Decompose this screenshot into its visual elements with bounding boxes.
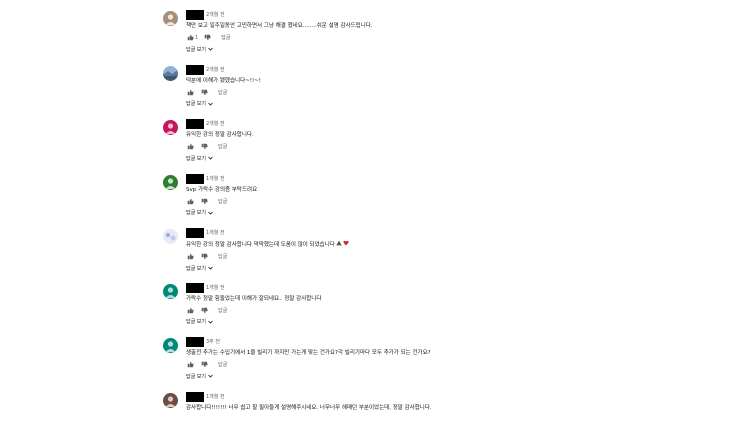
chevron-down-icon [208, 211, 213, 215]
comment-item: 1개월 전 유익한 강의 정말 감사합니다 막막했는데 도움이 많이 되었습니다… [163, 227, 723, 282]
comment-text: Svp 가락수 강의좀 부탁드려요 [186, 186, 723, 194]
thumbs-up-icon[interactable] [186, 361, 194, 369]
chevron-down-icon [208, 47, 213, 51]
comment-time: 2개월 전 [206, 118, 225, 130]
thumbs-up-icon[interactable] [186, 88, 194, 96]
avatar[interactable] [163, 120, 178, 135]
comment-item: 1개월 전 Svp 가락수 강의좀 부탁드려요 답글 답글 보기 [163, 173, 723, 228]
view-replies-label: 답글 보기 [186, 46, 206, 53]
comment-item: 2개월 전 유익한 강의 정말 감사합니다. 답글 답글 보기 [163, 118, 723, 173]
comment-time: 2개월 전 [206, 64, 225, 76]
comment-time: 1개월 전 [206, 282, 225, 294]
warning-emoji-icon [336, 240, 342, 249]
view-replies-button[interactable]: 답글 보기 [186, 209, 723, 217]
avatar[interactable] [163, 284, 178, 299]
comment-item: 3주 전 생출전 추가는 수입기에서 1을 빌리기 까지만 가는게 맞는 건가요… [163, 336, 723, 391]
thumbs-up-icon[interactable] [186, 34, 194, 42]
thumbs-down-icon[interactable] [200, 253, 208, 261]
thumbs-down-icon[interactable] [200, 143, 208, 151]
thumbs-down-icon[interactable] [200, 361, 208, 369]
comment-text: 덕분에 이해가 됐헸습니다~!!~! [186, 77, 723, 85]
author-name-redacted[interactable] [186, 119, 204, 129]
view-replies-label: 답글 보기 [186, 318, 206, 325]
comment-text: 책만 보고 일주일동안 고민하면서 그냥 해결 헸네요........쉬운 설명… [186, 22, 723, 30]
chevron-down-icon [208, 266, 213, 270]
avatar[interactable] [163, 338, 178, 353]
heart-emoji-icon [343, 240, 349, 249]
author-name-redacted[interactable] [186, 337, 204, 347]
comment-time: 2개월 전 [206, 9, 225, 21]
author-name-redacted[interactable] [186, 10, 204, 20]
author-name-redacted[interactable] [186, 228, 204, 238]
thumbs-up-icon[interactable] [186, 143, 194, 151]
chevron-down-icon [208, 102, 213, 106]
comment-text: 가락수 정말 힘들었는데 이해가 잘되네요.. 정말 감사합니다 [186, 295, 723, 303]
chevron-down-icon [208, 374, 213, 378]
view-replies-label: 답글 보기 [186, 265, 206, 272]
comment-text: 감사합니다!!!!!!! 너무 쉽고 할 필아들게 설명해주시네요. 너무너무 … [186, 404, 723, 412]
thumbs-down-icon[interactable] [200, 197, 208, 205]
like-count: 1 [195, 35, 198, 41]
comment-text: 유익한 강의 정말 감사합니다 막막했는데 도움이 많이 되었습니다 [186, 240, 723, 249]
view-replies-label: 답글 보기 [186, 373, 206, 380]
thumbs-down-icon[interactable] [200, 306, 208, 314]
reply-button[interactable]: 답글 [218, 198, 227, 205]
reply-button[interactable]: 답글 [218, 253, 227, 260]
author-name-redacted[interactable] [186, 283, 204, 293]
chevron-down-icon [208, 320, 213, 324]
thumbs-down-icon[interactable] [200, 88, 208, 96]
comment-item: 1개월 전 가락수 정말 힘들었는데 이해가 잘되네요.. 정말 감사합니다 답… [163, 282, 723, 337]
comment-item: 2개월 전 덕분에 이해가 됐헸습니다~!!~! 답글 답글 보기 [163, 64, 723, 119]
author-name-redacted[interactable] [186, 65, 204, 75]
comment-list: 2개월 전 책만 보고 일주일동안 고민하면서 그냥 해결 헸네요.......… [163, 9, 723, 445]
avatar[interactable] [163, 66, 178, 81]
thumbs-up-icon[interactable] [186, 306, 194, 314]
view-replies-label: 답글 보기 [186, 209, 206, 216]
view-replies-button[interactable]: 답글 보기 [186, 100, 723, 108]
comment-item: 2개월 전 책만 보고 일주일동안 고민하면서 그냥 해결 헸네요.......… [163, 9, 723, 64]
reply-button[interactable]: 답글 [218, 143, 227, 150]
comment-text: 생출전 추가는 수입기에서 1을 빌리기 까지만 가는게 맞는 건가요?각 빌리… [186, 349, 723, 357]
chevron-down-icon [208, 156, 213, 160]
view-replies-button[interactable]: 답글 보기 [186, 264, 723, 272]
view-replies-button[interactable]: 답글 보기 [186, 318, 723, 326]
thumbs-up-icon[interactable] [186, 253, 194, 261]
reply-button[interactable]: 답글 [218, 307, 227, 314]
reply-button[interactable]: 답글 [218, 89, 227, 96]
avatar[interactable] [163, 229, 178, 244]
comment-text: 유익한 강의 정말 감사합니다. [186, 131, 723, 139]
comment-time: 1개월 전 [206, 391, 225, 403]
avatar[interactable] [163, 11, 178, 26]
thumbs-down-icon[interactable] [203, 34, 211, 42]
comment-time: 1개월 전 [206, 173, 225, 185]
reply-button[interactable]: 답글 [221, 34, 230, 41]
comment-time: 3주 전 [206, 336, 220, 348]
view-replies-label: 답글 보기 [186, 155, 206, 162]
view-replies-button[interactable]: 답글 보기 [186, 372, 723, 380]
comment-time: 1개월 전 [206, 227, 225, 239]
avatar[interactable] [163, 175, 178, 190]
author-name-redacted[interactable] [186, 174, 204, 184]
author-name-redacted[interactable] [186, 392, 204, 402]
comment-text-body: 유익한 강의 정말 감사합니다 막막했는데 도움이 많이 되었습니다 [186, 242, 335, 248]
view-replies-label: 답글 보기 [186, 100, 206, 107]
avatar[interactable] [163, 393, 178, 408]
view-replies-button[interactable]: 답글 보기 [186, 45, 723, 53]
view-replies-button[interactable]: 답글 보기 [186, 154, 723, 162]
reply-button[interactable]: 답글 [218, 361, 227, 368]
thumbs-up-icon[interactable] [186, 197, 194, 205]
